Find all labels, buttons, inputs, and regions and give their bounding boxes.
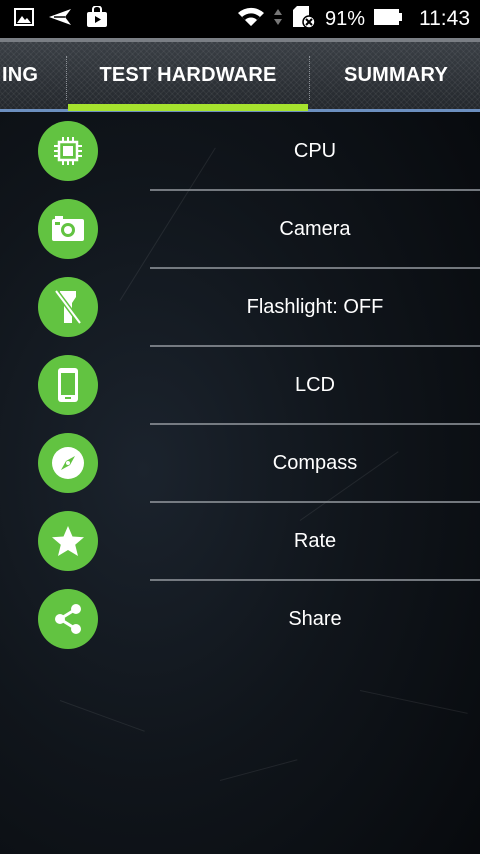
- tab-summary[interactable]: SUMMARY: [310, 42, 480, 109]
- star-icon: [38, 511, 98, 571]
- send-icon: [48, 8, 72, 31]
- tab-separator: [66, 56, 67, 100]
- camera-icon: [38, 199, 98, 259]
- list-item-label: LCD: [294, 373, 335, 396]
- compass-icon: [38, 433, 98, 493]
- flashlight-off-icon: [38, 277, 98, 337]
- signal-arrows-icon: [273, 7, 283, 32]
- battery-icon: [373, 8, 403, 31]
- sd-card-error-icon: [291, 5, 317, 34]
- cpu-chip-icon: [38, 121, 98, 181]
- image-icon: [14, 7, 34, 31]
- list-item-camera[interactable]: Camera: [0, 190, 480, 268]
- list-item-label: Rate: [293, 529, 337, 552]
- list-item-label: Flashlight: OFF: [246, 295, 384, 318]
- list-item-share[interactable]: Share: [0, 580, 480, 658]
- play-store-icon: [86, 4, 108, 33]
- list-item-label: Camera: [279, 217, 351, 240]
- tab-bar: ING TEST HARDWARE SUMMARY: [0, 38, 480, 112]
- tab-test-hardware[interactable]: TEST HARDWARE: [68, 42, 308, 109]
- battery-percent: 91%: [324, 7, 365, 30]
- share-icon: [38, 589, 98, 649]
- list-item-label: CPU: [293, 139, 337, 162]
- tab-previous[interactable]: ING: [0, 42, 66, 109]
- clock: 11:43: [419, 7, 470, 30]
- tab-selected-indicator: [68, 104, 308, 111]
- wifi-icon: [237, 7, 265, 32]
- list-item-rate[interactable]: Rate: [0, 502, 480, 580]
- list-item-compass[interactable]: Compass: [0, 424, 480, 502]
- list-item-label: Share: [288, 607, 342, 630]
- status-bar: 91% 11:43: [0, 0, 480, 38]
- list-item-lcd[interactable]: LCD: [0, 346, 480, 424]
- list-item-cpu[interactable]: CPU: [0, 112, 480, 190]
- list-item-flashlight[interactable]: Flashlight: OFF: [0, 268, 480, 346]
- list-item-label: Compass: [272, 451, 358, 474]
- smartphone-icon: [38, 355, 98, 415]
